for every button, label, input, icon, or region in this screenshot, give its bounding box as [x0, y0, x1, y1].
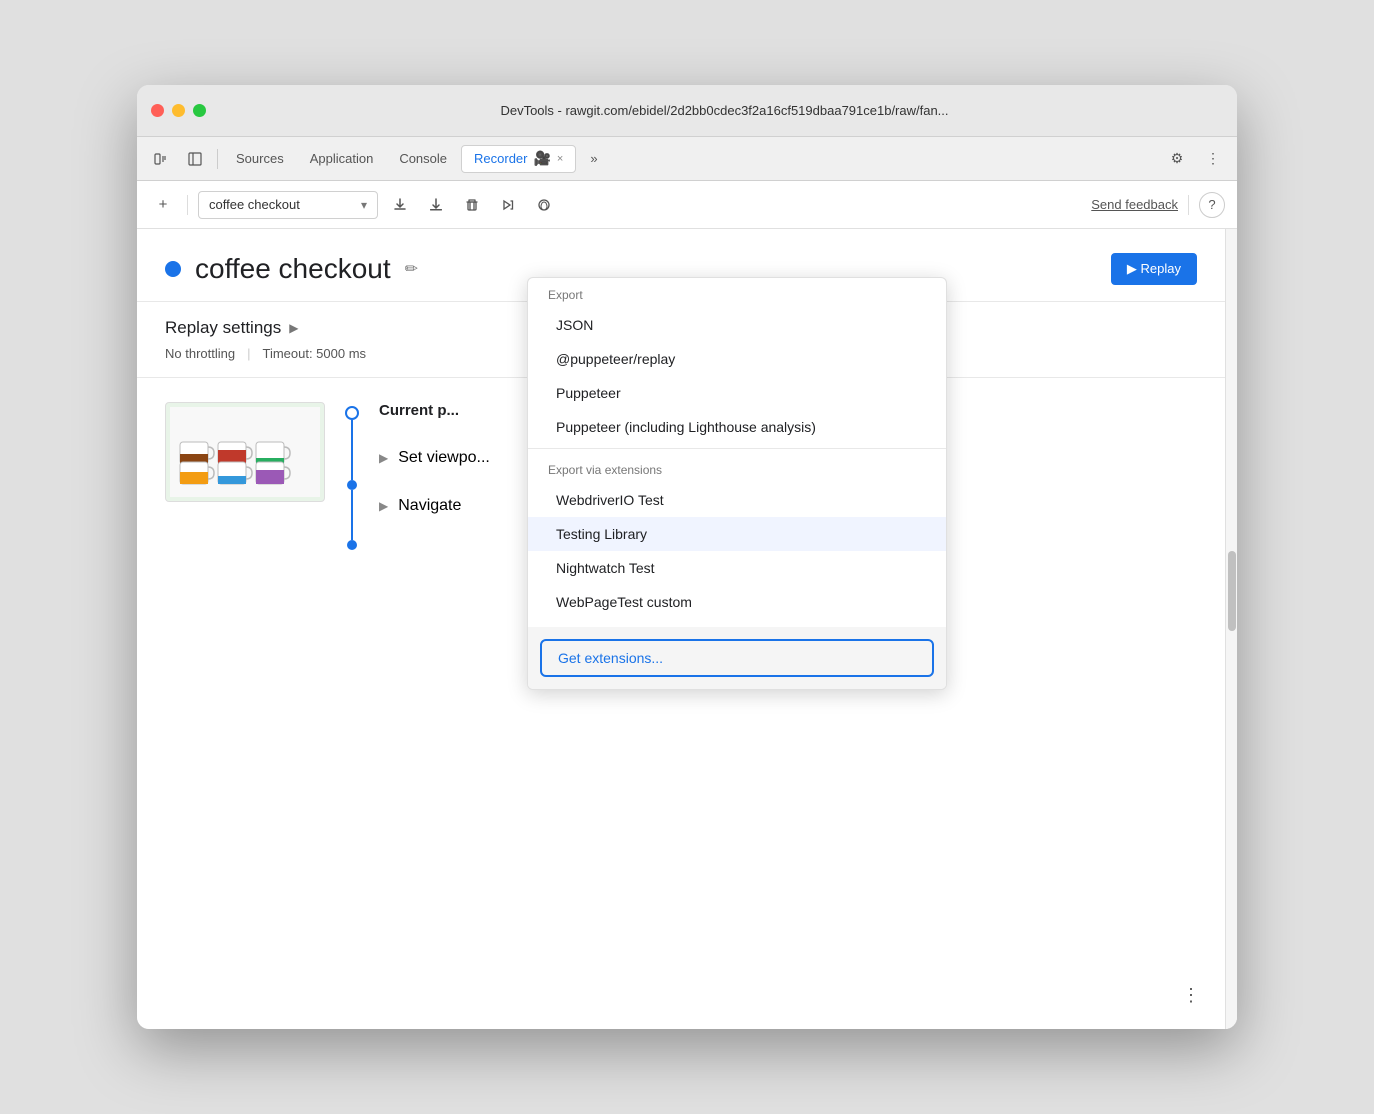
get-extensions-item[interactable]: Get extensions... [540, 639, 934, 677]
export-webpagetest-item[interactable]: WebPageTest custom [528, 585, 946, 619]
export-via-extensions-label: Export via extensions [528, 453, 946, 483]
add-recording-button[interactable]: + [149, 191, 177, 219]
maximize-button[interactable] [193, 104, 206, 117]
scrollbar-thumb[interactable] [1228, 551, 1236, 631]
more-icon[interactable]: ⋮ [1197, 145, 1229, 173]
tab-console[interactable]: Console [387, 145, 459, 173]
main-content: coffee checkout ✏ ▶ Replay Replay settin… [137, 229, 1237, 1029]
back-icon[interactable] [145, 145, 177, 173]
timeline-dot-2 [347, 540, 357, 550]
scrollbar[interactable] [1225, 229, 1237, 1029]
titlebar: DevTools - rawgit.com/ebidel/2d2bb0cdec3… [137, 85, 1237, 137]
recording-select[interactable]: coffee checkout ▾ [198, 191, 378, 219]
close-button[interactable] [151, 104, 164, 117]
settings-icon[interactable]: ⚙ [1161, 145, 1193, 173]
traffic-lights [151, 104, 206, 117]
chevron-down-icon: ▾ [361, 198, 367, 212]
dropdown-spacer [528, 619, 946, 627]
three-dots-button[interactable]: ⋮ [1177, 981, 1205, 1009]
navigate-expand-icon[interactable]: ▶ [379, 499, 388, 513]
tab-right-icons: ⚙ ⋮ [1161, 145, 1229, 173]
navigate-label: Navigate [398, 497, 461, 515]
tab-more[interactable]: » [578, 145, 609, 173]
set-viewport-label: Set viewpo... [398, 449, 490, 467]
toolbar-divider-1 [187, 195, 188, 215]
send-feedback-link[interactable]: Send feedback [1091, 197, 1178, 212]
export-section-label: Export [528, 278, 946, 308]
export-puppeteer-item[interactable]: Puppeteer [528, 376, 946, 410]
panel-icon[interactable] [179, 145, 211, 173]
edit-title-icon[interactable]: ✏ [405, 259, 418, 279]
timeline-dot-1 [347, 480, 357, 490]
tab-close-icon[interactable]: × [557, 153, 563, 165]
step-thumbnail-image [165, 402, 325, 502]
help-button[interactable]: ? [1199, 192, 1225, 218]
export-puppeteer-replay-item[interactable]: @puppeteer/replay [528, 342, 946, 376]
export-nightwatch-item[interactable]: Nightwatch Test [528, 551, 946, 585]
window-title: DevTools - rawgit.com/ebidel/2d2bb0cdec3… [226, 103, 1223, 118]
step-expand-icon[interactable]: ▶ [379, 451, 388, 465]
step-play-button[interactable] [494, 191, 522, 219]
tab-application[interactable]: Application [298, 145, 386, 173]
export-testing-library-item[interactable]: Testing Library [528, 517, 946, 551]
minimize-button[interactable] [172, 104, 185, 117]
tabbar: Sources Application Console Recorder 🎥 ×… [137, 137, 1237, 181]
delete-button[interactable] [458, 191, 486, 219]
recording-status-dot [165, 261, 181, 277]
record-button[interactable] [530, 191, 558, 219]
export-json-item[interactable]: JSON [528, 308, 946, 342]
tab-sources[interactable]: Sources [224, 145, 296, 173]
recorder-toolbar: + coffee checkout ▾ [137, 181, 1237, 229]
step-timeline [345, 402, 359, 550]
recorder-panel: coffee checkout ✏ ▶ Replay Replay settin… [137, 229, 1225, 1029]
tab-divider-1 [217, 149, 218, 169]
dropdown-divider-1 [528, 448, 946, 449]
devtools-window: DevTools - rawgit.com/ebidel/2d2bb0cdec3… [137, 85, 1237, 1029]
timeline-line-2 [351, 490, 353, 540]
export-webdriverio-item[interactable]: WebdriverIO Test [528, 483, 946, 517]
timeline-circle-top [345, 406, 359, 420]
export-dropdown: Export JSON @puppeteer/replay Puppeteer … [527, 277, 947, 690]
tab-recorder[interactable]: Recorder 🎥 × [461, 145, 576, 173]
timeline-line-1 [351, 420, 353, 480]
download-button[interactable] [422, 191, 450, 219]
replay-button[interactable]: ▶ Replay [1111, 253, 1197, 285]
export-puppeteer-lighthouse-item[interactable]: Puppeteer (including Lighthouse analysis… [528, 410, 946, 444]
expand-arrow-icon: ▶ [289, 321, 298, 335]
recording-title: coffee checkout [195, 253, 391, 285]
toolbar-divider-2 [1188, 195, 1189, 215]
export-button[interactable] [386, 191, 414, 219]
